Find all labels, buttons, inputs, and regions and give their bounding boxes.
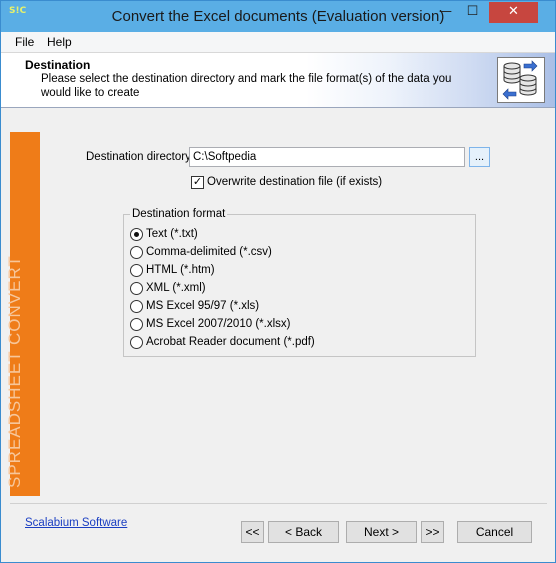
- title-bar[interactable]: S!C Convert the Excel documents (Evaluat…: [1, 1, 555, 32]
- radio-button[interactable]: [130, 318, 143, 331]
- back-button[interactable]: < Back: [268, 521, 339, 543]
- main-window: S!C Convert the Excel documents (Evaluat…: [0, 0, 556, 563]
- browse-button[interactable]: ...: [469, 147, 490, 167]
- wizard-header: Destination Please select the destinatio…: [1, 53, 555, 108]
- maximize-button[interactable]: ☐: [459, 2, 486, 23]
- format-option-label: Text (*.txt): [146, 228, 198, 240]
- overwrite-checkbox[interactable]: ✓: [191, 176, 204, 189]
- minimize-button[interactable]: —: [432, 2, 459, 23]
- format-option-label: XML (*.xml): [146, 282, 206, 294]
- destination-directory-label: Destination directory:: [86, 151, 195, 163]
- destination-format-legend: Destination format: [130, 208, 228, 220]
- radio-button[interactable]: [130, 228, 143, 241]
- radio-button[interactable]: [130, 282, 143, 295]
- scalabium-software-link[interactable]: Scalabium Software: [25, 517, 127, 529]
- radio-button[interactable]: [130, 300, 143, 313]
- menu-help[interactable]: Help: [47, 35, 72, 49]
- overwrite-label: Overwrite destination file (if exists): [207, 176, 383, 188]
- first-step-button[interactable]: <<: [241, 521, 264, 543]
- banner-text: SPREADSHEET CONVERT: [5, 255, 24, 488]
- format-option-label: MS Excel 95/97 (*.xls): [146, 300, 260, 312]
- next-button[interactable]: Next >: [346, 521, 417, 543]
- radio-button[interactable]: [130, 264, 143, 277]
- format-option-label: MS Excel 2007/2010 (*.xlsx): [146, 318, 291, 330]
- database-convert-icon: [497, 57, 545, 103]
- format-option-label: HTML (*.htm): [146, 264, 215, 276]
- side-banner: SPREADSHEET CONVERT: [5, 132, 40, 496]
- step-description: Please select the destination directory …: [41, 73, 452, 99]
- menu-file[interactable]: File: [15, 35, 34, 49]
- close-button[interactable]: ✕: [489, 2, 538, 23]
- radio-button[interactable]: [130, 246, 143, 259]
- last-step-button[interactable]: >>: [421, 521, 444, 543]
- format-option-label: Comma-delimited (*.csv): [146, 246, 272, 258]
- format-option-label: Acrobat Reader document (*.pdf): [146, 336, 315, 348]
- radio-button[interactable]: [130, 336, 143, 349]
- step-title: Destination: [25, 58, 91, 72]
- destination-directory-input[interactable]: [189, 147, 465, 167]
- menu-bar: File Help: [1, 32, 555, 53]
- footer-divider: [10, 503, 547, 504]
- cancel-button[interactable]: Cancel: [457, 521, 532, 543]
